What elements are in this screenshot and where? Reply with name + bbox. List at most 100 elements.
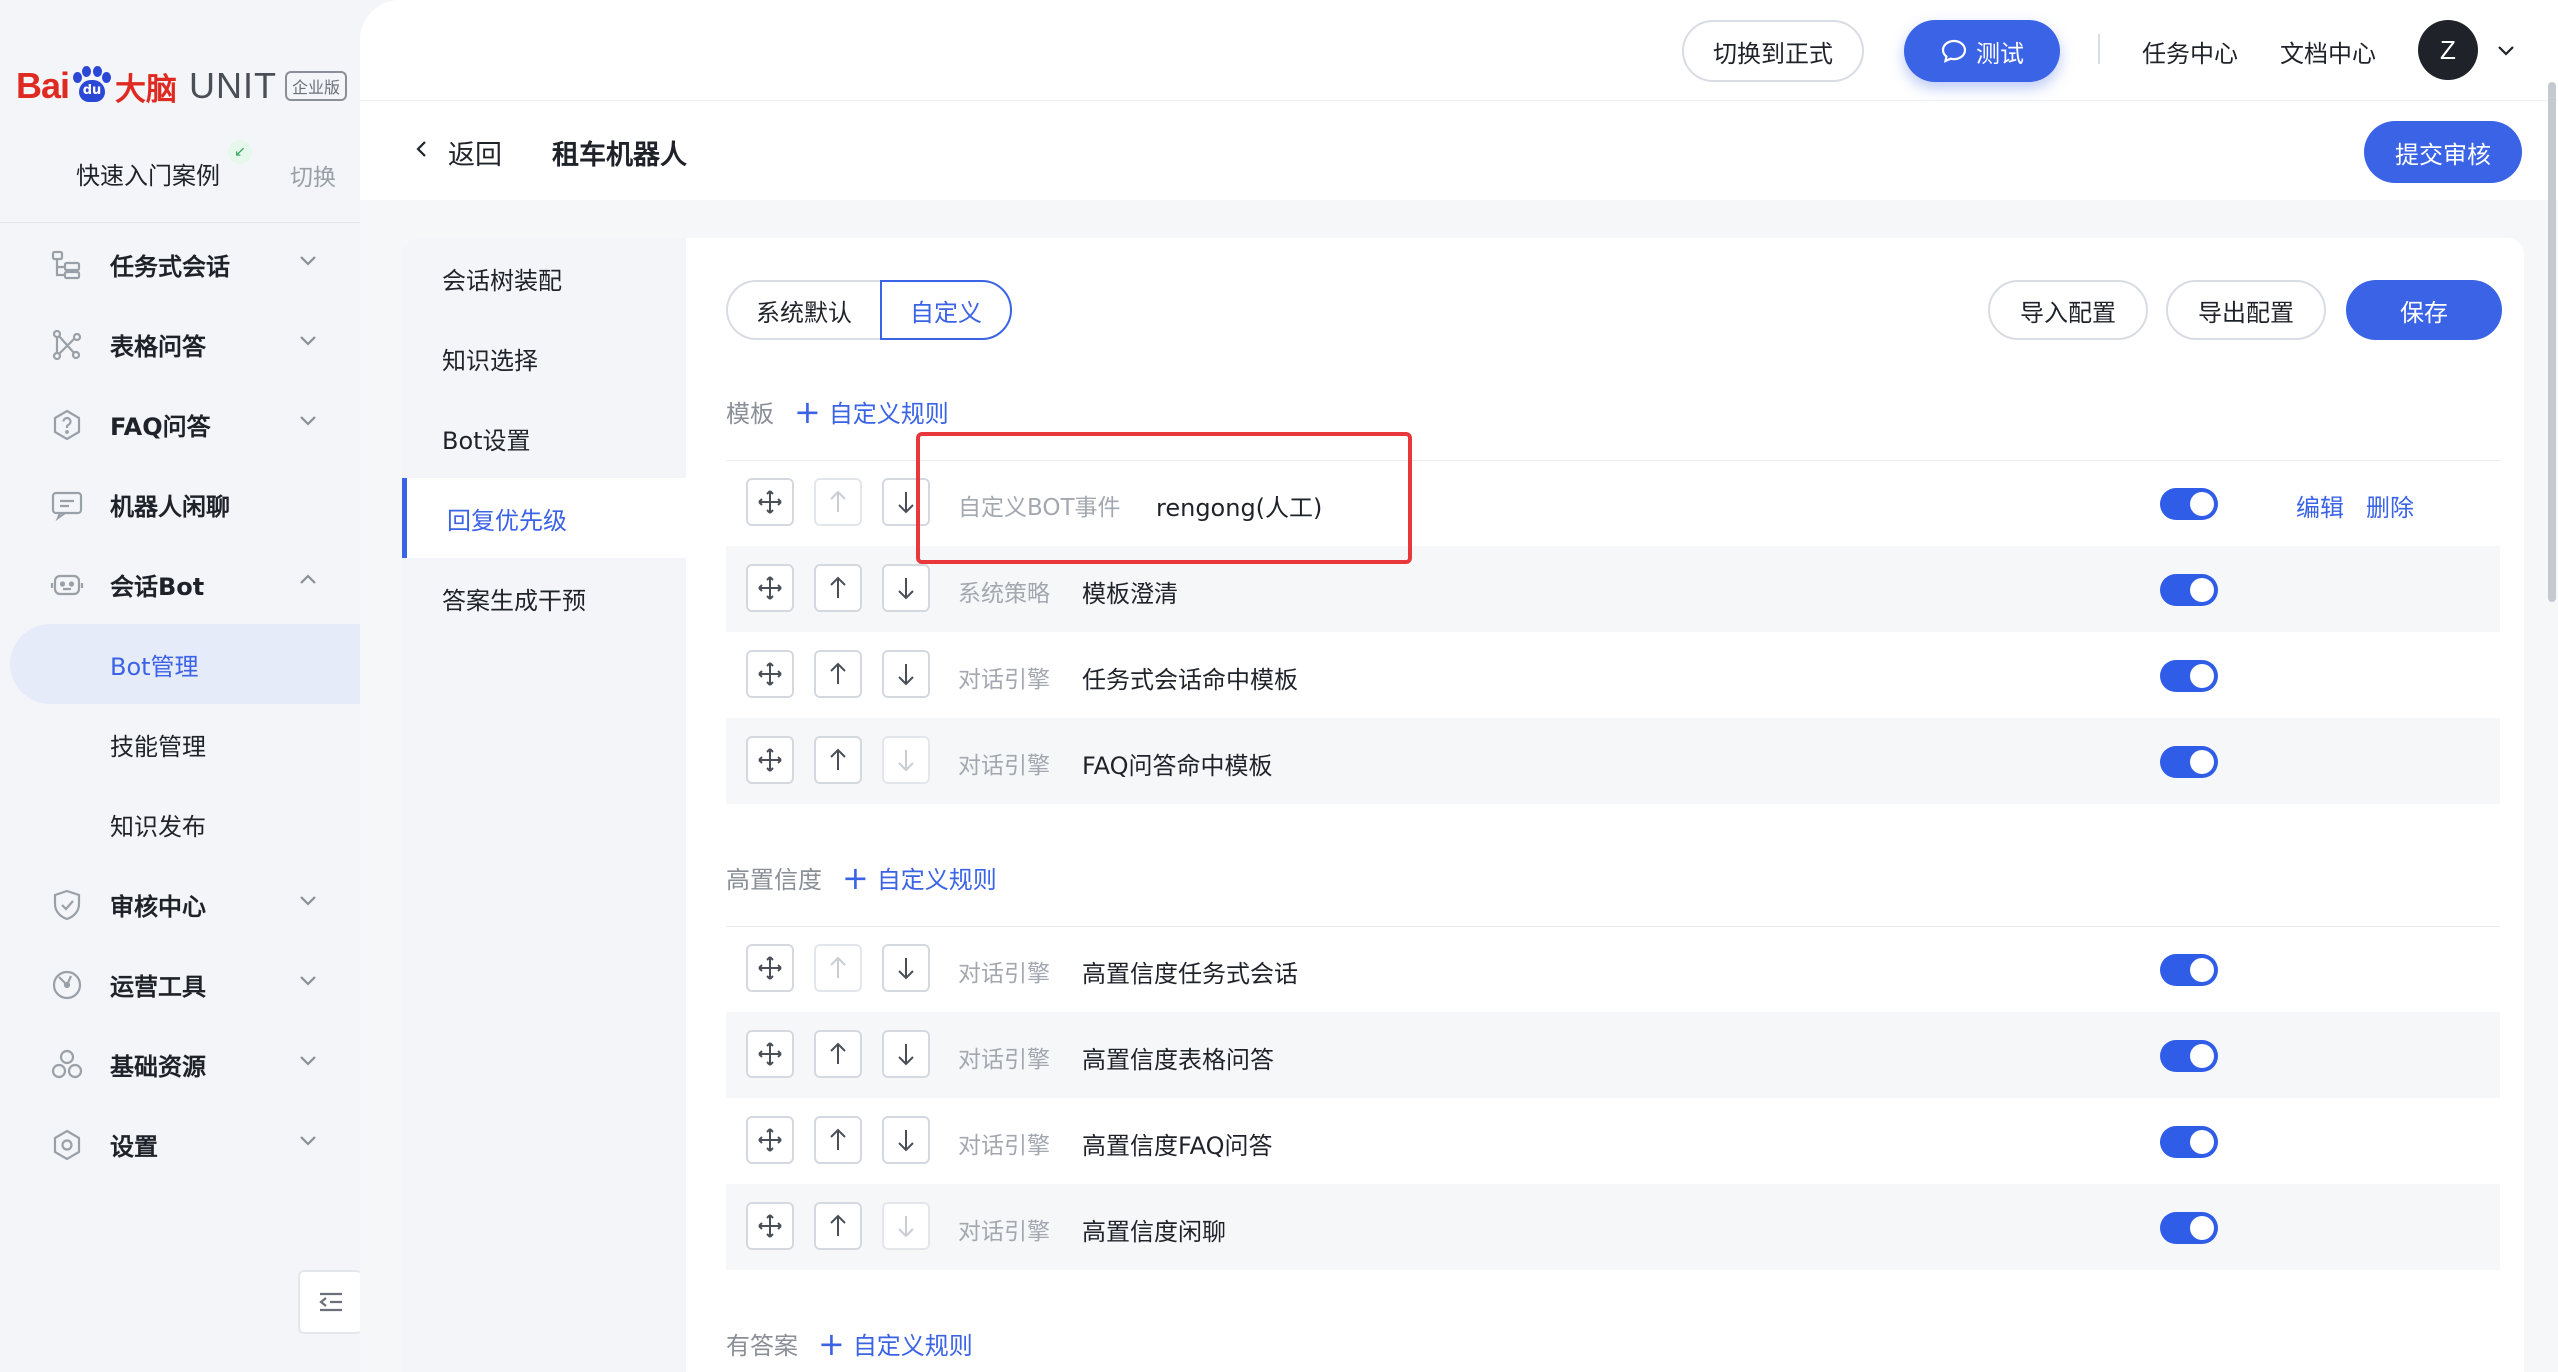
sidebar-item-dialog-bot[interactable]: 会话Bot <box>0 544 360 624</box>
rule-enable-toggle[interactable] <box>2160 660 2218 692</box>
rule-enable-toggle[interactable] <box>2160 574 2218 606</box>
move-up-button[interactable] <box>814 650 862 698</box>
page-scrollbar[interactable] <box>2548 82 2556 602</box>
top-bar: 切换到正式 测试 任务中心 文档中心 Z <box>360 0 2558 100</box>
sidebar-item-table-qa[interactable]: 表格问答 <box>0 304 360 384</box>
rule-enable-toggle[interactable] <box>2160 1212 2218 1244</box>
rule-enable-toggle[interactable] <box>2160 746 2218 778</box>
back-link[interactable]: 返回 <box>448 133 502 172</box>
move-down-button[interactable] <box>882 736 930 784</box>
rule-enable-toggle[interactable] <box>2160 1040 2218 1072</box>
sidebar-item-settings[interactable]: 设置 <box>0 1104 360 1184</box>
switch-to-production-button[interactable]: 切换到正式 <box>1682 20 1864 82</box>
sidebar-item-label: Bot管理 <box>110 652 199 681</box>
sidebar-item-skill-management[interactable]: 技能管理 <box>0 704 360 784</box>
rule-row: 对话引擎 高置信度表格问答 <box>726 1012 2500 1098</box>
sidebar-item-label: 设置 <box>110 1132 158 1161</box>
chevron-down-icon[interactable] <box>2494 38 2518 62</box>
chevron-left-icon[interactable] <box>410 137 434 161</box>
workspace-name: 快速入门案例 <box>76 162 220 190</box>
arrow-up-icon <box>830 490 846 512</box>
drag-handle[interactable] <box>746 736 794 784</box>
rule-type: 对话引擎 <box>958 1133 1050 1159</box>
move-up-button[interactable] <box>814 564 862 612</box>
drag-handle[interactable] <box>746 1116 794 1164</box>
drag-handle[interactable] <box>746 1030 794 1078</box>
sidebar-item-bot-management[interactable]: Bot管理 <box>10 624 360 704</box>
arrow-down-icon <box>898 578 914 600</box>
rule-row: 对话引擎 高置信度任务式会话 <box>726 926 2500 1012</box>
subnav-item-dialog-tree[interactable]: 会话树装配 <box>402 238 686 318</box>
add-custom-rule-button[interactable]: + 自定义规则 <box>794 394 949 429</box>
move-down-button[interactable] <box>882 478 930 526</box>
import-config-button[interactable]: 导入配置 <box>1988 280 2148 340</box>
rule-row: 对话引擎 任务式会话命中模板 <box>726 632 2500 718</box>
chevron-down-icon <box>300 976 316 986</box>
add-custom-rule-button[interactable]: + 自定义规则 <box>842 860 997 895</box>
sidebar-divider <box>0 222 360 223</box>
plus-icon: + <box>794 392 821 431</box>
sidebar-item-task-dialog[interactable]: 任务式会话 <box>0 224 360 304</box>
drag-handle[interactable] <box>746 564 794 612</box>
export-config-button[interactable]: 导出配置 <box>2166 280 2326 340</box>
delete-rule-link[interactable]: 删除 <box>2366 488 2414 523</box>
logo-unit: UNIT <box>189 65 278 106</box>
doc-center-link[interactable]: 文档中心 <box>2280 34 2376 69</box>
rule-name: 任务式会话命中模板 <box>1082 666 1298 694</box>
baidu-unit-logo[interactable]: Bai du 大脑 UNIT 企业版 <box>16 56 348 116</box>
avatar[interactable]: Z <box>2418 20 2478 80</box>
rule-row: 对话引擎 高置信度FAQ问答 <box>726 1098 2500 1184</box>
submit-review-button[interactable]: 提交审核 <box>2364 121 2522 183</box>
shield-icon <box>53 889 81 921</box>
add-custom-rule-button[interactable]: + 自定义规则 <box>818 1326 973 1361</box>
sidebar-item-ops-tools[interactable]: 运营工具 <box>0 944 360 1024</box>
sidebar-item-chitchat[interactable]: 机器人闲聊 <box>0 464 360 544</box>
move-down-button[interactable] <box>882 1030 930 1078</box>
move-up-button[interactable] <box>814 944 862 992</box>
move-down-button[interactable] <box>882 944 930 992</box>
rule-row: 自定义BOT事件 rengong(人工) 编辑 删除 <box>726 460 2500 546</box>
drag-handle[interactable] <box>746 478 794 526</box>
rule-enable-toggle[interactable] <box>2160 954 2218 986</box>
move-up-button[interactable] <box>814 1030 862 1078</box>
subnav-item-answer-intervention[interactable]: 答案生成干预 <box>402 558 686 638</box>
task-center-link[interactable]: 任务中心 <box>2142 34 2238 69</box>
arrow-up-icon <box>830 1042 846 1064</box>
drag-handle[interactable] <box>746 1202 794 1250</box>
sidebar-item-knowledge-publish[interactable]: 知识发布 <box>0 784 360 864</box>
rule-enable-toggle[interactable] <box>2160 1126 2218 1158</box>
move-up-button[interactable] <box>814 736 862 784</box>
segment-system-default[interactable]: 系统默认 <box>726 280 880 340</box>
move-down-button[interactable] <box>882 1202 930 1250</box>
test-button[interactable]: 测试 <box>1904 20 2060 82</box>
subnav-item-knowledge-select[interactable]: 知识选择 <box>402 318 686 398</box>
move-down-button[interactable] <box>882 564 930 612</box>
sidebar-item-faq[interactable]: FAQ问答 <box>0 384 360 464</box>
move-up-button[interactable] <box>814 1202 862 1250</box>
edit-rule-link[interactable]: 编辑 <box>2296 488 2344 523</box>
sidebar-item-label: 任务式会话 <box>110 252 230 281</box>
arrow-down-icon <box>898 1130 914 1152</box>
rule-name: rengong(人工) <box>1156 494 1323 522</box>
workspace-switch-link[interactable]: 切换 <box>290 158 336 192</box>
segment-custom[interactable]: 自定义 <box>880 280 1012 340</box>
rule-name: 高置信度闲聊 <box>1082 1218 1226 1246</box>
move-up-button[interactable] <box>814 1116 862 1164</box>
move-down-button[interactable] <box>882 1116 930 1164</box>
arrow-down-icon <box>898 492 914 514</box>
arrow-up-icon <box>830 748 846 770</box>
move-up-button[interactable] <box>814 478 862 526</box>
sidebar-item-label: 机器人闲聊 <box>110 492 230 521</box>
sidebar-item-base-resources[interactable]: 基础资源 <box>0 1024 360 1104</box>
arrow-down-icon <box>898 958 914 980</box>
sidebar-collapse-button[interactable] <box>298 1270 362 1334</box>
subnav-item-bot-settings[interactable]: Bot设置 <box>402 398 686 478</box>
drag-handle[interactable] <box>746 650 794 698</box>
drag-handle[interactable] <box>746 944 794 992</box>
section-label: 有答案 <box>726 1332 798 1360</box>
rule-enable-toggle[interactable] <box>2160 488 2218 520</box>
subnav-item-reply-priority[interactable]: 回复优先级 <box>402 478 686 558</box>
save-button[interactable]: 保存 <box>2346 280 2502 340</box>
sidebar-item-review-center[interactable]: 审核中心 <box>0 864 360 944</box>
move-down-button[interactable] <box>882 650 930 698</box>
